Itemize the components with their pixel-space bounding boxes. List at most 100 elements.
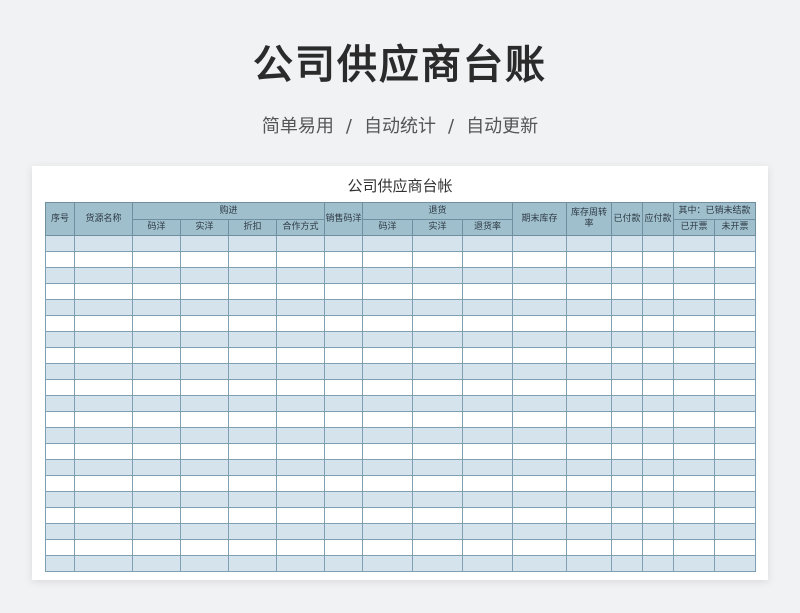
table-cell[interactable] bbox=[462, 315, 514, 332]
table-cell[interactable] bbox=[362, 347, 414, 364]
table-cell[interactable] bbox=[362, 507, 414, 524]
table-cell[interactable] bbox=[45, 539, 75, 556]
table-cell[interactable] bbox=[180, 235, 229, 252]
table-cell[interactable] bbox=[324, 427, 364, 444]
table-cell[interactable] bbox=[45, 363, 75, 380]
table-cell[interactable] bbox=[45, 267, 75, 284]
table-cell[interactable] bbox=[566, 267, 613, 284]
table-cell[interactable] bbox=[611, 379, 644, 396]
table-cell[interactable] bbox=[45, 235, 75, 252]
table-cell[interactable] bbox=[180, 331, 229, 348]
table-cell[interactable] bbox=[180, 251, 229, 268]
table-cell[interactable] bbox=[611, 299, 644, 316]
table-cell[interactable] bbox=[180, 395, 229, 412]
table-cell[interactable] bbox=[512, 267, 568, 284]
table-cell[interactable] bbox=[673, 315, 716, 332]
table-cell[interactable] bbox=[512, 491, 568, 508]
table-cell[interactable] bbox=[74, 443, 133, 460]
table-cell[interactable] bbox=[74, 539, 133, 556]
table-cell[interactable] bbox=[74, 267, 133, 284]
table-cell[interactable] bbox=[462, 539, 514, 556]
table-cell[interactable] bbox=[324, 299, 364, 316]
table-cell[interactable] bbox=[275, 491, 326, 508]
table-cell[interactable] bbox=[611, 267, 644, 284]
table-cell[interactable] bbox=[228, 475, 277, 492]
table-cell[interactable] bbox=[611, 347, 644, 364]
table-cell[interactable] bbox=[275, 507, 326, 524]
table-cell[interactable] bbox=[132, 555, 181, 572]
table-cell[interactable] bbox=[45, 427, 75, 444]
table-cell[interactable] bbox=[180, 379, 229, 396]
table-cell[interactable] bbox=[132, 315, 181, 332]
table-cell[interactable] bbox=[228, 395, 277, 412]
table-cell[interactable] bbox=[611, 283, 644, 300]
table-cell[interactable] bbox=[132, 427, 181, 444]
table-cell[interactable] bbox=[512, 363, 568, 380]
table-cell[interactable] bbox=[132, 507, 181, 524]
table-cell[interactable] bbox=[362, 267, 414, 284]
table-cell[interactable] bbox=[462, 299, 514, 316]
table-cell[interactable] bbox=[228, 251, 277, 268]
table-cell[interactable] bbox=[228, 315, 277, 332]
table-cell[interactable] bbox=[362, 315, 414, 332]
table-cell[interactable] bbox=[512, 235, 568, 252]
table-cell[interactable] bbox=[462, 331, 514, 348]
table-cell[interactable] bbox=[566, 555, 613, 572]
table-cell[interactable] bbox=[412, 427, 464, 444]
table-cell[interactable] bbox=[132, 299, 181, 316]
table-cell[interactable] bbox=[512, 507, 568, 524]
table-cell[interactable] bbox=[714, 507, 757, 524]
table-cell[interactable] bbox=[642, 523, 675, 540]
table-cell[interactable] bbox=[74, 427, 133, 444]
table-cell[interactable] bbox=[180, 363, 229, 380]
table-cell[interactable] bbox=[362, 443, 414, 460]
table-cell[interactable] bbox=[412, 539, 464, 556]
table-cell[interactable] bbox=[611, 507, 644, 524]
table-cell[interactable] bbox=[74, 491, 133, 508]
table-cell[interactable] bbox=[132, 347, 181, 364]
table-cell[interactable] bbox=[512, 427, 568, 444]
table-cell[interactable] bbox=[132, 475, 181, 492]
table-cell[interactable] bbox=[180, 539, 229, 556]
table-cell[interactable] bbox=[611, 315, 644, 332]
table-cell[interactable] bbox=[275, 331, 326, 348]
table-cell[interactable] bbox=[642, 459, 675, 476]
table-cell[interactable] bbox=[673, 235, 716, 252]
table-cell[interactable] bbox=[611, 475, 644, 492]
table-cell[interactable] bbox=[673, 555, 716, 572]
table-cell[interactable] bbox=[324, 379, 364, 396]
table-cell[interactable] bbox=[228, 331, 277, 348]
table-cell[interactable] bbox=[362, 475, 414, 492]
table-cell[interactable] bbox=[412, 251, 464, 268]
table-cell[interactable] bbox=[642, 555, 675, 572]
table-cell[interactable] bbox=[228, 235, 277, 252]
table-cell[interactable] bbox=[512, 475, 568, 492]
table-cell[interactable] bbox=[566, 507, 613, 524]
table-cell[interactable] bbox=[228, 299, 277, 316]
table-cell[interactable] bbox=[180, 315, 229, 332]
table-cell[interactable] bbox=[324, 363, 364, 380]
table-cell[interactable] bbox=[412, 395, 464, 412]
table-cell[interactable] bbox=[642, 427, 675, 444]
table-cell[interactable] bbox=[611, 523, 644, 540]
table-cell[interactable] bbox=[275, 251, 326, 268]
table-cell[interactable] bbox=[74, 363, 133, 380]
table-cell[interactable] bbox=[611, 539, 644, 556]
table-cell[interactable] bbox=[642, 347, 675, 364]
table-cell[interactable] bbox=[362, 523, 414, 540]
table-cell[interactable] bbox=[566, 251, 613, 268]
table-cell[interactable] bbox=[45, 475, 75, 492]
table-cell[interactable] bbox=[714, 491, 757, 508]
table-cell[interactable] bbox=[324, 507, 364, 524]
table-cell[interactable] bbox=[275, 523, 326, 540]
table-cell[interactable] bbox=[324, 315, 364, 332]
table-cell[interactable] bbox=[611, 411, 644, 428]
table-cell[interactable] bbox=[714, 315, 757, 332]
table-cell[interactable] bbox=[324, 539, 364, 556]
table-cell[interactable] bbox=[324, 283, 364, 300]
table-cell[interactable] bbox=[180, 555, 229, 572]
table-cell[interactable] bbox=[642, 539, 675, 556]
table-cell[interactable] bbox=[566, 347, 613, 364]
table-cell[interactable] bbox=[642, 379, 675, 396]
table-cell[interactable] bbox=[228, 347, 277, 364]
